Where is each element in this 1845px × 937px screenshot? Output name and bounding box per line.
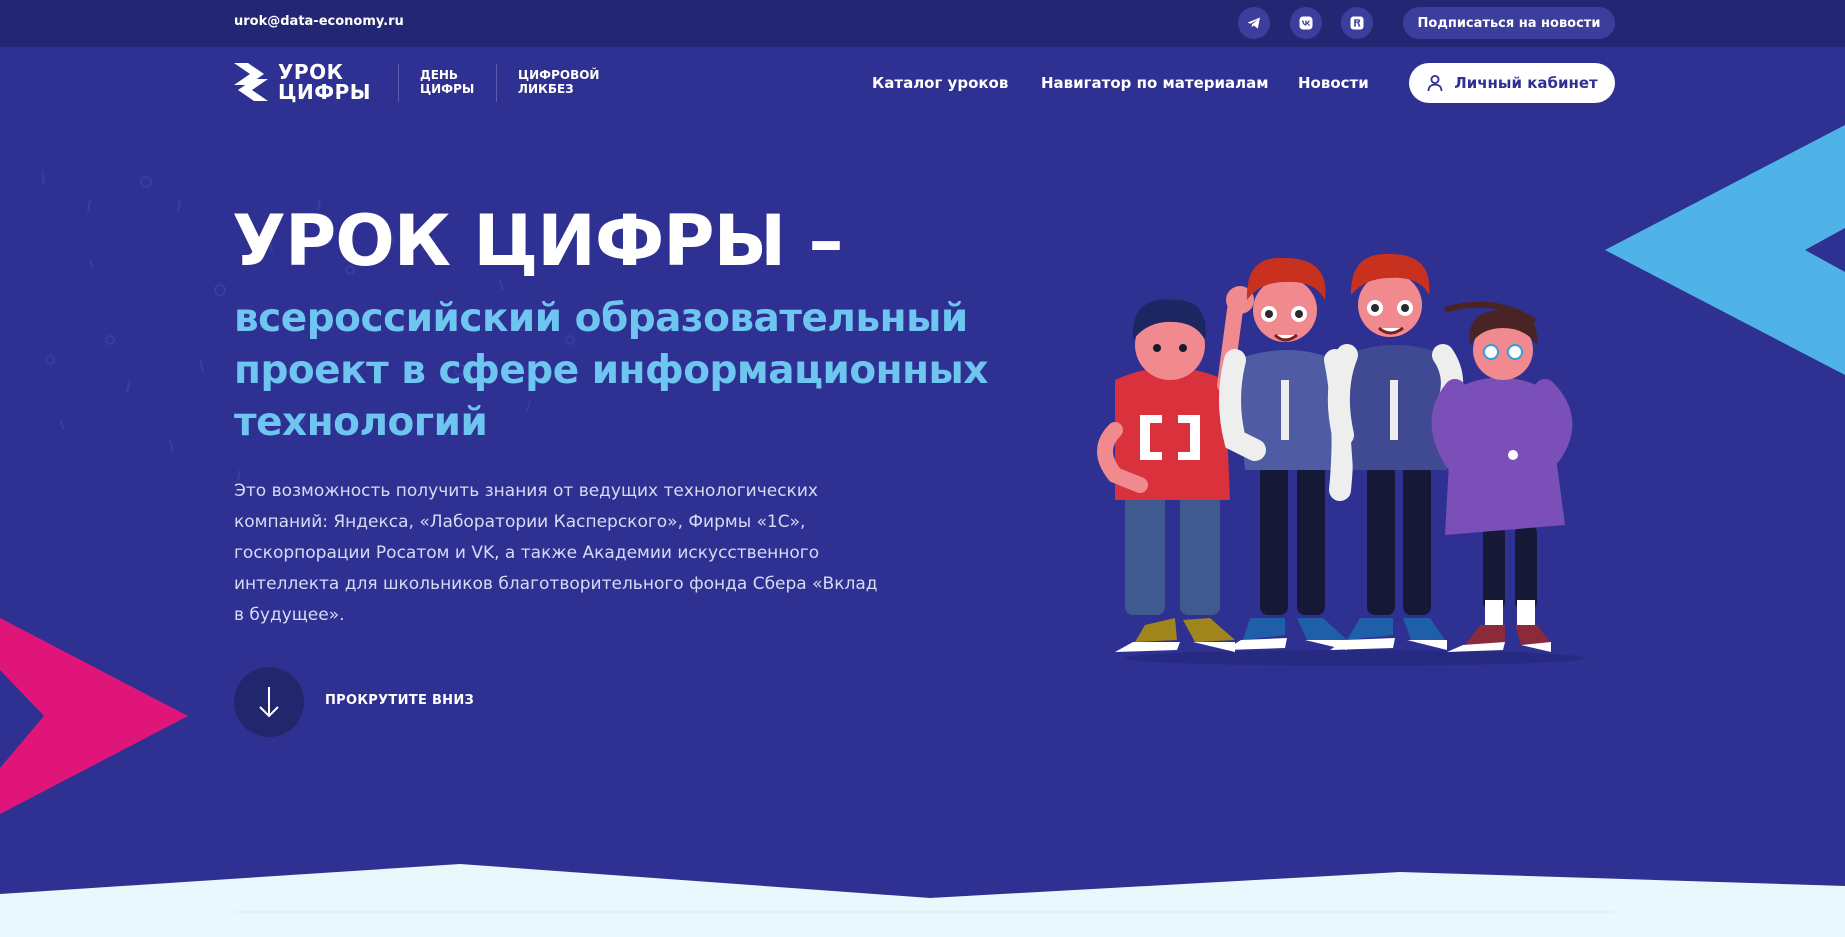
- kid-red-shirt: [1097, 286, 1254, 652]
- logo-line-1: УРОК: [278, 60, 344, 84]
- logo-chevron-icon: [234, 63, 268, 101]
- contact-email-link[interactable]: urok@data-economy.ru: [234, 14, 404, 29]
- scroll-down-button[interactable]: [234, 667, 304, 737]
- scroll-down-label: ПРОКРУТИТЕ ВНИЗ: [325, 693, 475, 708]
- hero-title: УРОК ЦИФРЫ –: [232, 200, 844, 282]
- den-cifry-line-2: ЦИФРЫ: [420, 82, 475, 96]
- subscribe-news-button[interactable]: Подписаться на новости: [1403, 7, 1615, 39]
- kid-purple-hoodie: [1431, 301, 1573, 652]
- urok-cifry-logo[interactable]: УРОК ЦИФРЫ: [234, 62, 371, 102]
- vk-icon: [1299, 16, 1313, 30]
- arrow-down-icon: [259, 687, 279, 718]
- telegram-icon: [1247, 17, 1260, 29]
- vk-button[interactable]: [1290, 7, 1322, 39]
- hero-description: Это возможность получить знания от ведущ…: [234, 481, 878, 625]
- blue-triangle-decoration: [1605, 125, 1845, 375]
- personal-account-label: Личный кабинет: [1454, 74, 1598, 92]
- pink-triangle-decoration: [0, 618, 188, 814]
- kid-two: [1219, 257, 1354, 650]
- logo-divider: [496, 64, 497, 102]
- nav-lesson-catalog[interactable]: Каталог уроков: [872, 74, 1008, 92]
- likbez-line-2: ЛИКБЕЗ: [518, 82, 574, 96]
- hero-subtitle: всероссийский образовательный проект в с…: [234, 296, 988, 445]
- likbez-line-1: ЦИФРОВОЙ: [518, 68, 600, 82]
- nav-materials-navigator[interactable]: Навигатор по материалам: [1041, 74, 1268, 92]
- personal-account-button[interactable]: Личный кабинет: [1409, 63, 1615, 103]
- logo-line-2: ЦИФРЫ: [278, 80, 372, 104]
- nav-news[interactable]: Новости: [1298, 74, 1369, 92]
- den-cifry-line-1: ДЕНЬ: [420, 68, 459, 82]
- telegram-button[interactable]: [1238, 7, 1270, 39]
- user-icon: [1427, 75, 1443, 92]
- top-bar: urok@data-economy.ru Подписаться на ново…: [0, 0, 1845, 47]
- den-cifry-logo[interactable]: ДЕНЬ ЦИФРЫ: [420, 68, 474, 96]
- kids-illustration: [1097, 253, 1585, 666]
- cifrovoy-likbez-logo[interactable]: ЦИФРОВОЙ ЛИКБЕЗ: [518, 68, 599, 96]
- rutube-button[interactable]: [1341, 7, 1373, 39]
- bottom-section-edge: [0, 864, 1845, 937]
- rutube-icon: [1350, 16, 1364, 30]
- logo-divider: [398, 64, 399, 102]
